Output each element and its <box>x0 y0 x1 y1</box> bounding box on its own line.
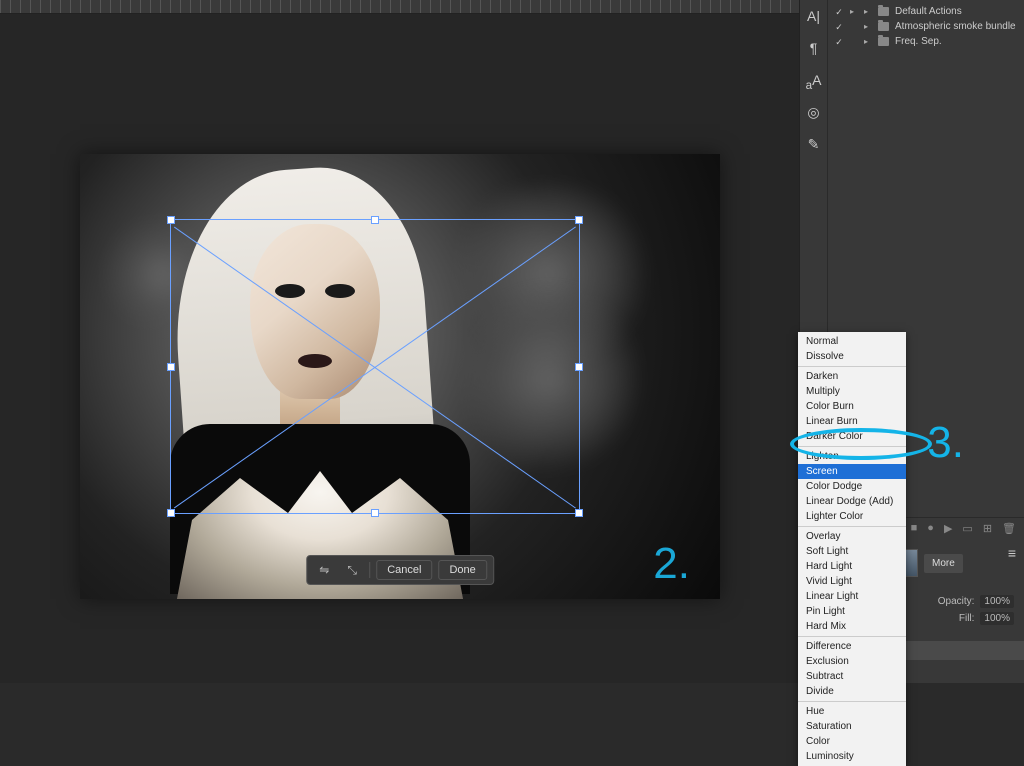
blend-mode-option[interactable]: Luminosity <box>798 749 906 764</box>
expand-icon[interactable]: ▸ <box>864 22 872 31</box>
trash-icon[interactable]: 🗑 <box>1002 522 1016 535</box>
blend-mode-dropdown[interactable]: NormalDissolveDarkenMultiplyColor BurnLi… <box>798 332 906 766</box>
blend-mode-option[interactable]: Dissolve <box>798 349 906 364</box>
document-image <box>80 154 720 599</box>
blend-mode-option[interactable]: Screen <box>798 464 906 479</box>
blend-mode-option[interactable]: Lighten <box>798 449 906 464</box>
stop-icon[interactable]: ■ <box>911 522 918 535</box>
brush-panel-icon[interactable]: ✎ <box>805 136 823 154</box>
new-action-icon[interactable]: ⊞ <box>983 522 992 535</box>
annotation-step-2: 2. <box>653 539 690 589</box>
paragraph-panel-icon[interactable]: ¶ <box>805 40 823 58</box>
opacity-label: Opacity: <box>938 596 975 607</box>
actions-panel: ✓ ▸ ▸ Default Actions ✓ ▸ Atmospheric sm… <box>828 0 1024 59</box>
action-set-label: Default Actions <box>895 6 962 17</box>
blend-mode-option[interactable]: Divide <box>798 684 906 699</box>
cancel-button[interactable]: Cancel <box>376 560 432 580</box>
glyphs-panel-icon[interactable]: aA <box>805 72 823 90</box>
cc-libraries-icon[interactable]: ◎ <box>805 104 823 122</box>
check-icon: ✓ <box>834 7 844 17</box>
blend-mode-option[interactable]: Hard Mix <box>798 619 906 634</box>
blend-mode-option[interactable]: Normal <box>798 334 906 349</box>
folder-icon <box>878 37 889 46</box>
opacity-value[interactable]: 100% <box>980 595 1014 608</box>
blend-mode-option[interactable]: Overlay <box>798 529 906 544</box>
blend-mode-option[interactable]: Subtract <box>798 669 906 684</box>
blend-mode-option[interactable]: Hard Light <box>798 559 906 574</box>
blend-mode-option[interactable]: Pin Light <box>798 604 906 619</box>
expand-icon[interactable]: ▸ <box>850 7 858 16</box>
flip-horizontal-icon[interactable]: ⇋ <box>313 561 335 579</box>
blend-mode-option[interactable]: Soft Light <box>798 544 906 559</box>
new-folder-icon[interactable]: ▭ <box>962 522 972 535</box>
blend-mode-option[interactable]: Exclusion <box>798 654 906 669</box>
transform-confirm-bar: ⇋ ⤡ Cancel Done <box>306 555 494 585</box>
action-set-row[interactable]: ✓ ▸ ▸ Default Actions <box>834 4 1018 19</box>
expand-icon[interactable]: ▸ <box>864 37 872 46</box>
blend-mode-option[interactable]: Darker Color <box>798 429 906 444</box>
canvas-area: 2. ⇋ ⤡ Cancel Done <box>0 14 799 683</box>
blend-mode-option[interactable]: Vivid Light <box>798 574 906 589</box>
blend-mode-option[interactable]: Difference <box>798 639 906 654</box>
expand-icon[interactable]: ▸ <box>864 7 872 16</box>
blend-mode-option[interactable]: Hue <box>798 704 906 719</box>
blend-mode-option[interactable]: Linear Burn <box>798 414 906 429</box>
check-icon: ✓ <box>834 37 844 47</box>
blend-mode-option[interactable]: Color Dodge <box>798 479 906 494</box>
more-button[interactable]: More <box>924 554 963 573</box>
action-set-row[interactable]: ✓ ▸ Freq. Sep. <box>834 34 1018 49</box>
blend-mode-option[interactable]: Color <box>798 734 906 749</box>
action-set-label: Freq. Sep. <box>895 36 942 47</box>
panel-menu-icon[interactable]: ≡ <box>1008 545 1016 561</box>
check-icon: ✓ <box>834 22 844 32</box>
document[interactable]: 2. ⇋ ⤡ Cancel Done <box>80 154 720 599</box>
blend-mode-option[interactable]: Multiply <box>798 384 906 399</box>
blend-mode-option[interactable]: Darken <box>798 369 906 384</box>
record-icon[interactable]: ● <box>927 522 934 535</box>
action-set-row[interactable]: ✓ ▸ Atmospheric smoke bundle <box>834 19 1018 34</box>
action-set-label: Atmospheric smoke bundle <box>895 21 1016 32</box>
play-icon[interactable]: ▶ <box>944 522 952 535</box>
done-button[interactable]: Done <box>438 560 486 580</box>
fill-value[interactable]: 100% <box>980 612 1014 625</box>
type-panel-icon[interactable]: A| <box>805 8 823 26</box>
blend-mode-option[interactable]: Lighter Color <box>798 509 906 524</box>
blend-mode-option[interactable]: Linear Dodge (Add) <box>798 494 906 509</box>
blend-mode-option[interactable]: Color Burn <box>798 399 906 414</box>
fill-label: Fill: <box>959 613 975 624</box>
ruler-horizontal <box>0 0 799 14</box>
blend-mode-option[interactable]: Saturation <box>798 719 906 734</box>
flip-vertical-icon[interactable]: ⤡ <box>341 561 363 579</box>
folder-icon <box>878 22 889 31</box>
blend-mode-option[interactable]: Linear Light <box>798 589 906 604</box>
folder-icon <box>878 7 889 16</box>
